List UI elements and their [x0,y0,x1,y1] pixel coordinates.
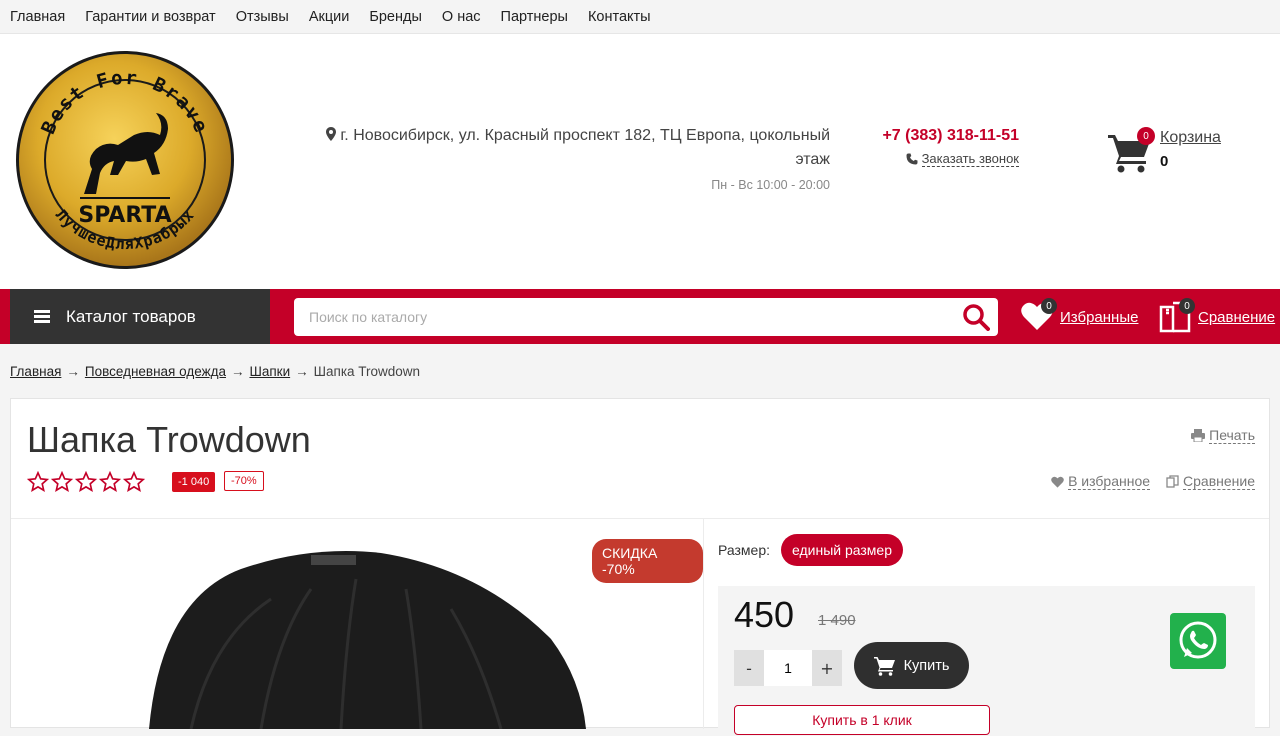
callback-link[interactable]: Заказать звонок [880,151,1019,167]
add-to-compare-link[interactable]: Сравнение [1166,473,1255,490]
top-navigation: Главная Гарантии и возврат Отзывы Акции … [0,0,1280,34]
topnav-guarantees[interactable]: Гарантии и возврат [85,9,215,25]
breadcrumb-casual-wear[interactable]: Повседневная одежда [85,364,226,379]
discount-percent-badge: -70% [224,471,264,491]
star-icon[interactable] [75,471,97,493]
breadcrumb-arrow: → [66,363,80,379]
favorites-label[interactable]: Избранные [1060,309,1138,326]
product-image[interactable]: СКИДКА -70% [11,519,703,729]
divider [703,519,704,729]
site-logo[interactable]: Best For Brave ЛучшееДляХрабрых SPARTA [14,49,236,271]
current-price: 450 [734,594,795,635]
topnav-partners[interactable]: Партнеры [501,9,568,25]
address-line-2: этаж [795,151,830,168]
buy-button[interactable]: Купить [854,642,969,689]
topnav-brands[interactable]: Бренды [369,9,422,25]
topnav-promotions[interactable]: Акции [309,9,350,25]
star-icon[interactable] [123,471,145,493]
one-click-buy-button[interactable]: Купить в 1 клик [734,705,990,735]
menu-icon [34,310,50,323]
topnav-home[interactable]: Главная [10,9,65,25]
favorites-link[interactable]: 0 Избранные [1021,298,1138,333]
catalog-menu-button[interactable]: Каталог товаров [10,289,270,344]
page-title: Шапка Trowdown [27,419,311,460]
product-actions: В избранное Сравнение [1051,473,1255,490]
printer-icon [1191,429,1206,442]
star-icon[interactable] [27,471,49,493]
catalog-label: Каталог товаров [66,306,196,326]
site-header: Best For Brave ЛучшееДляХрабрых SPARTA г… [0,34,1280,289]
breadcrumb: Главная → Повседневная одежда → Шапки → … [0,344,1280,398]
size-option-button[interactable]: единый размер [781,534,904,566]
breadcrumb-hats[interactable]: Шапки [249,364,290,379]
main-toolbar: Каталог товаров 0 Избранные 0 Сравнение [0,289,1280,344]
breadcrumb-current: Шапка Trowdown [313,363,421,379]
svg-text:SPARTA: SPARTA [78,203,171,228]
search-input[interactable] [294,298,934,336]
topnav-about[interactable]: О нас [442,9,481,25]
print-link[interactable]: Печать [1191,427,1255,444]
compare-link[interactable]: 0 Сравнение [1159,298,1275,333]
star-icon[interactable] [99,471,121,493]
add-to-favorites-link[interactable]: В избранное [1051,473,1151,490]
purchase-box: 450 1 490 - + Купить Купить в 1 клик [718,586,1255,736]
working-hours: Пн - Вс 10:00 - 20:00 [711,178,830,192]
favorites-count-badge: 0 [1041,298,1057,314]
topnav-reviews[interactable]: Отзывы [236,9,289,25]
cart-link[interactable]: Корзина [1160,129,1221,147]
compare-label[interactable]: Сравнение [1198,309,1275,326]
cart-count-badge: 0 [1137,127,1155,145]
star-icon[interactable] [51,471,73,493]
compare-count-badge: 0 [1179,298,1195,314]
breadcrumb-arrow: → [230,363,245,379]
qty-minus-button[interactable]: - [734,650,764,686]
breadcrumb-home[interactable]: Главная [10,364,61,379]
location-pin-icon [326,127,337,141]
phone-number[interactable]: +7 (383) 318-11-51 [880,127,1019,145]
cart-icon [873,656,895,676]
phone-icon [906,153,918,165]
product-card: Шапка Trowdown -1 040 -70% Печать В избр… [10,398,1270,736]
quantity-stepper: - + [734,650,842,686]
breadcrumb-arrow: → [295,363,309,379]
cart-total: 0 [1160,153,1169,170]
compare-icon [1166,475,1179,488]
search-icon[interactable] [962,303,990,331]
whatsapp-icon [1179,621,1217,659]
search-box [294,298,998,336]
cart-widget[interactable]: 0 Корзина 0 [1108,127,1268,177]
topnav-contacts[interactable]: Контакты [588,9,651,25]
qty-input[interactable] [764,650,812,686]
contact-phone-block: +7 (383) 318-11-51 Заказать звонок [880,127,1019,167]
rating-stars[interactable] [27,471,145,493]
discount-label: СКИДКА -70% [592,539,703,583]
savings-badge: -1 040 [172,472,216,492]
size-label: Размер: [718,542,771,558]
whatsapp-button[interactable] [1170,613,1226,669]
old-price: 1 490 [818,612,856,629]
heart-icon [1051,476,1064,488]
store-address: г. Новосибирск, ул. Красный проспект 182… [310,124,830,192]
qty-plus-button[interactable]: + [812,650,842,686]
address-line-1: г. Новосибирск, ул. Красный проспект 182… [340,127,830,144]
